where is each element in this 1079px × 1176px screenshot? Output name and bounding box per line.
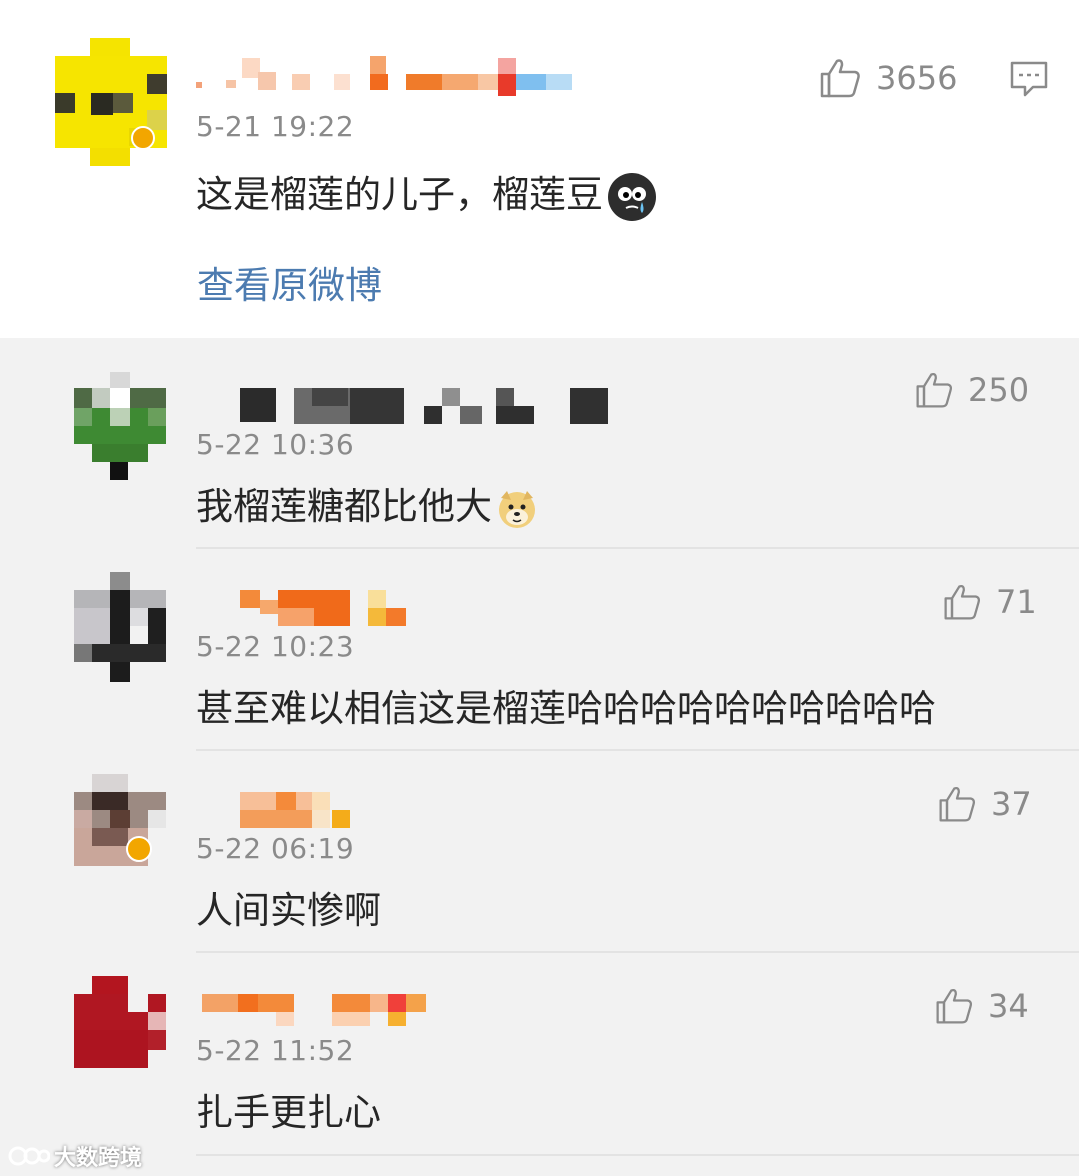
avatar[interactable]	[74, 572, 166, 682]
comment-timestamp: 5-22 10:23	[196, 630, 355, 663]
watermark: 大数跨境	[8, 1140, 142, 1172]
thumbs-up-icon	[936, 988, 973, 1024]
username-redacted[interactable]	[240, 792, 352, 830]
like-button[interactable]: 3656	[818, 56, 957, 100]
username-redacted[interactable]	[240, 590, 410, 628]
avatar[interactable]	[74, 372, 166, 480]
comment-text: 扎手更扎心	[196, 1091, 381, 1134]
main-comment: 5-21 19:22 这是榴莲的儿子，榴莲豆 3656 查看原微博	[0, 0, 1079, 338]
watermark-logo-icon	[8, 1146, 50, 1166]
verified-badge-icon	[131, 126, 155, 150]
like-button[interactable]: 250	[914, 370, 1029, 410]
thumbs-up-icon	[944, 584, 981, 620]
doge-emoji	[499, 490, 535, 528]
comment-text: 甚至难以相信这是榴莲哈哈哈哈哈哈哈哈哈哈	[196, 687, 936, 730]
comment-text: 人间实惨啊	[196, 889, 381, 932]
divider	[196, 749, 1079, 751]
username-redacted[interactable]	[196, 54, 576, 96]
comment-timestamp: 5-22 10:36	[196, 428, 355, 461]
divider	[196, 951, 1079, 953]
like-button[interactable]: 37	[937, 784, 1032, 824]
avatar[interactable]	[74, 774, 166, 866]
divider	[196, 547, 1079, 549]
comment-timestamp: 5-22 11:52	[196, 1034, 355, 1067]
avatar[interactable]	[55, 38, 167, 166]
avatar[interactable]	[74, 976, 166, 1068]
like-button[interactable]: 34	[934, 986, 1029, 1026]
verified-badge-icon	[126, 836, 152, 862]
watermark-text: 大数跨境	[54, 1146, 143, 1171]
username-redacted[interactable]	[202, 994, 428, 1030]
like-button[interactable]: 71	[942, 582, 1037, 622]
thumbs-up-icon	[820, 59, 860, 98]
comment-body: 这是榴莲的儿子，榴莲豆	[196, 173, 603, 216]
comment-icon[interactable]	[1009, 60, 1049, 98]
comment-text: 这是榴莲的儿子，榴莲豆	[196, 164, 657, 222]
username-redacted[interactable]	[240, 388, 610, 424]
thumbs-up-icon	[916, 372, 953, 408]
thumbs-up-icon	[939, 786, 976, 822]
like-count: 71	[996, 583, 1037, 621]
comment-body: 我榴莲糖都比他大	[196, 485, 492, 528]
like-count: 250	[968, 371, 1030, 409]
like-count: 3656	[876, 59, 958, 97]
comment-timestamp: 5-22 06:19	[196, 832, 355, 865]
comment-text: 我榴莲糖都比他大	[196, 476, 538, 530]
crying-face-emoji	[608, 172, 656, 221]
view-original-weibo-link[interactable]: 查看原微博	[197, 255, 382, 309]
divider	[196, 1154, 1079, 1156]
like-count: 34	[988, 987, 1029, 1025]
like-count: 37	[991, 785, 1032, 823]
comment-timestamp: 5-21 19:22	[196, 110, 355, 143]
